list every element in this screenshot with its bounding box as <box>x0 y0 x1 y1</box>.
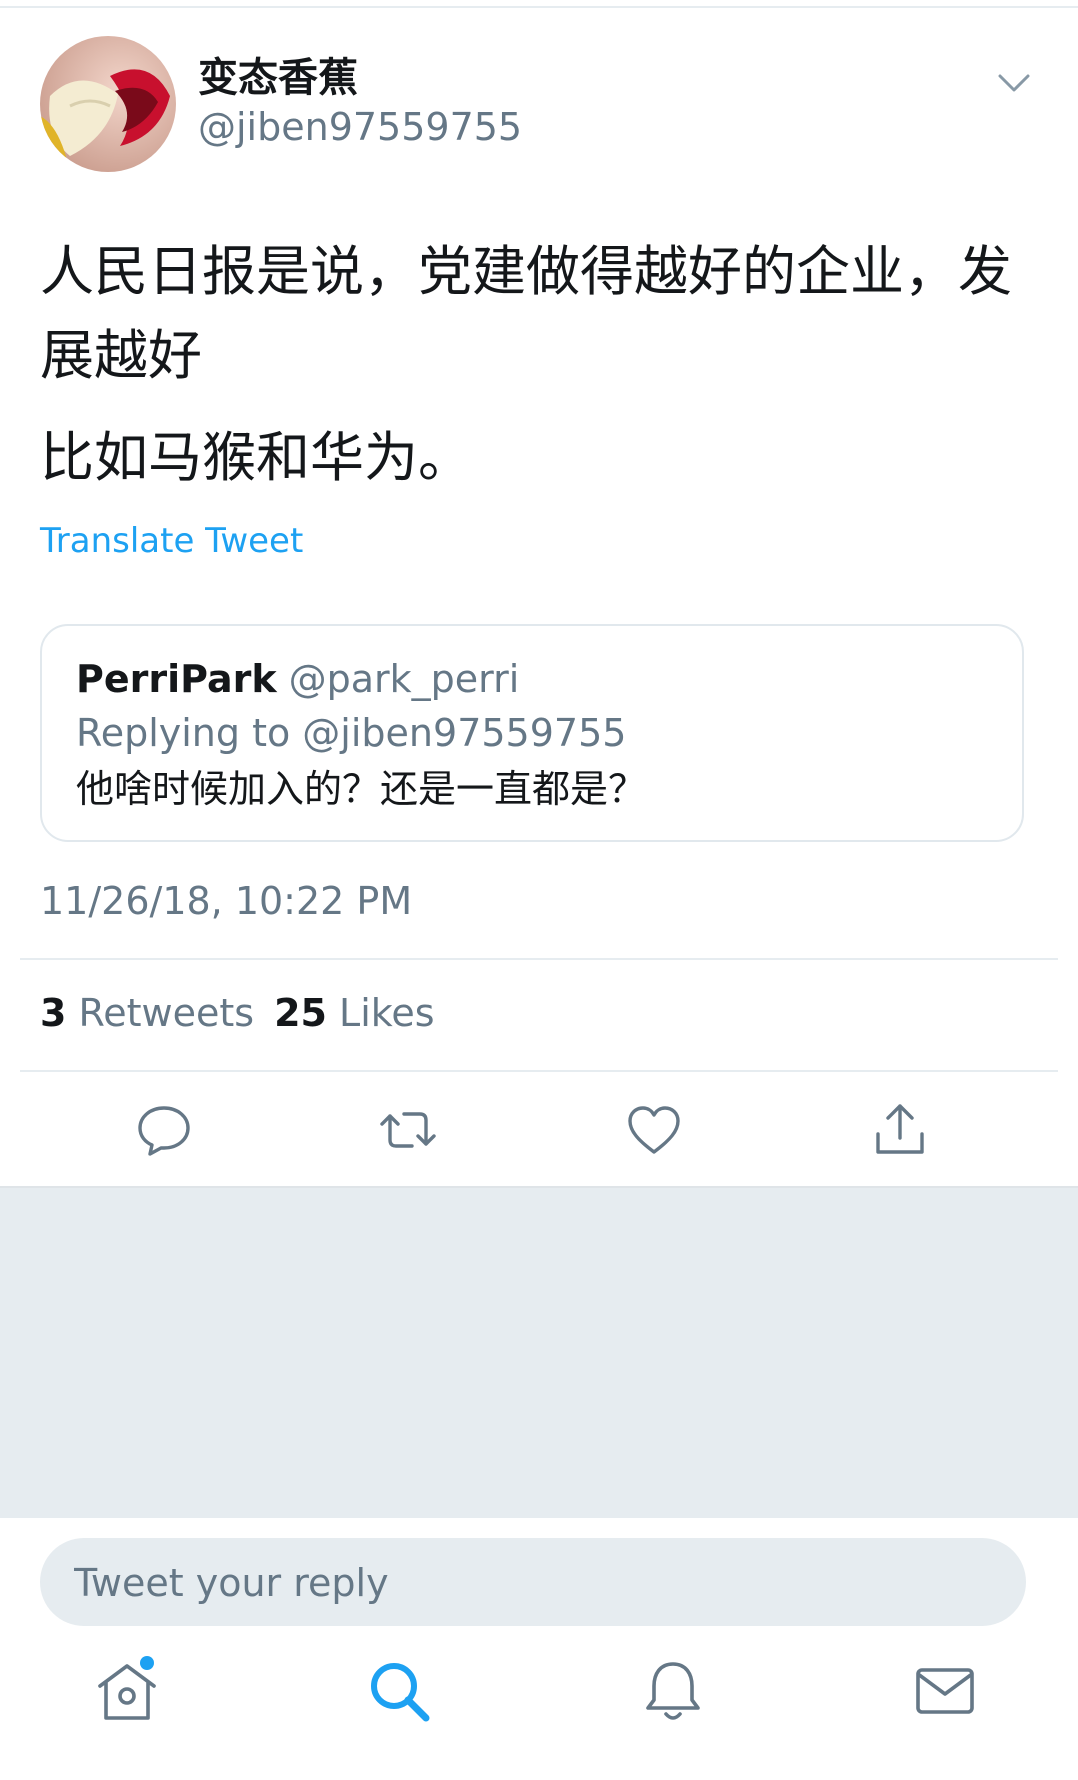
tweet-actions <box>0 1100 1078 1160</box>
tweet-paragraph: 人民日报是说，党建做得越好的企业，发展越好 <box>40 240 1012 387</box>
reply-bar[interactable] <box>40 1538 1026 1628</box>
messages-icon[interactable] <box>910 1656 980 1726</box>
like-icon[interactable] <box>624 1100 684 1160</box>
retweets-label: Retweets <box>78 991 255 1035</box>
bottom-tab-bar <box>0 1656 1078 1780</box>
notification-dot <box>140 1656 154 1670</box>
chevron-down-icon[interactable] <box>996 72 1032 96</box>
author-handle[interactable]: @jiben97559755 <box>198 104 522 150</box>
search-icon[interactable] <box>364 1656 434 1726</box>
translate-tweet-link[interactable]: Translate Tweet <box>40 520 303 562</box>
author-avatar[interactable] <box>40 36 176 172</box>
top-divider <box>0 0 1078 8</box>
notifications-icon[interactable] <box>638 1656 708 1726</box>
tweet-text: 人民日报是说，党建做得越好的企业，发展越好 比如马猴和华为。 <box>40 230 1040 518</box>
share-icon[interactable] <box>870 1100 930 1160</box>
retweets-count: 3 <box>40 991 67 1035</box>
quoted-author-line: PerriPark @park_perri <box>76 656 519 702</box>
likes-label: Likes <box>339 991 435 1035</box>
reply-input[interactable] <box>72 1538 976 1628</box>
tweet-timestamp: 11/26/18, 10:22 PM <box>40 879 413 923</box>
quoted-replying-to: Replying to @jiben97559755 <box>76 711 627 755</box>
tweet-paragraph: 比如马猴和华为。 <box>40 426 472 489</box>
divider <box>20 1070 1058 1072</box>
divider <box>20 958 1058 960</box>
likes-count: 25 <box>274 991 327 1035</box>
engagement-stats: 3 Retweets 25 Likes <box>40 990 435 1036</box>
quoted-tweet-card[interactable]: PerriPark @park_perri Replying to @jiben9… <box>40 624 1024 842</box>
replies-area <box>0 1186 1078 1518</box>
avatar-image <box>40 36 176 172</box>
retweets-stat[interactable]: 3 Retweets <box>40 991 254 1035</box>
quoted-author-handle: @park_perri <box>288 657 520 701</box>
quoted-author-name: PerriPark <box>76 657 277 701</box>
retweet-icon[interactable] <box>378 1100 438 1160</box>
reply-icon[interactable] <box>134 1100 194 1160</box>
quoted-tweet-text: 他啥时候加入的？还是一直都是？ <box>76 767 647 811</box>
likes-stat[interactable]: 25 Likes <box>274 991 435 1035</box>
home-icon[interactable] <box>92 1656 162 1726</box>
author-display-name[interactable]: 变态香蕉 <box>198 54 358 102</box>
